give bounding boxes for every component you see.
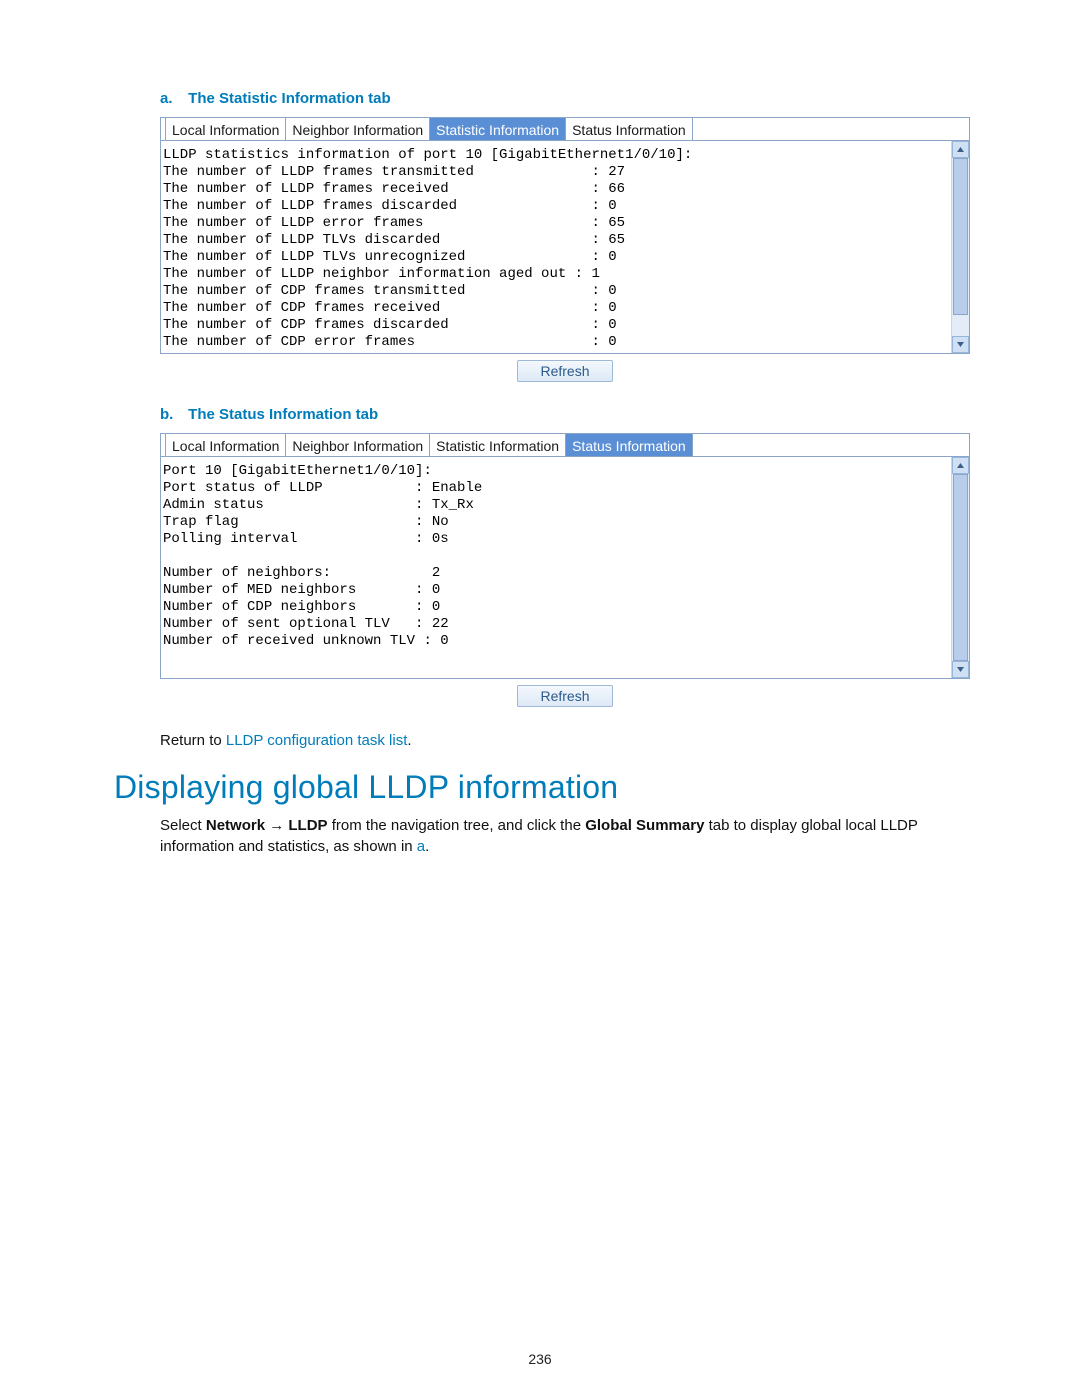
panel-status-info: Local Information Neighbor Information S…: [160, 433, 970, 679]
body-bold-network: Network: [206, 817, 265, 834]
body-paragraph: Select Network → LLDP from the navigatio…: [160, 816, 970, 857]
section-heading: Displaying global LLDP information: [114, 769, 970, 806]
body-text: →: [265, 817, 288, 834]
body-bold-global-summary: Global Summary: [585, 817, 704, 834]
status-content: Port 10 [GigabitEthernet1/0/10]: Port st…: [161, 457, 951, 678]
tab-row-b: Local Information Neighbor Information S…: [161, 434, 969, 457]
scroll-thumb[interactable]: [953, 474, 968, 661]
tab-neighbor-information[interactable]: Neighbor Information: [286, 118, 430, 140]
scroll-down-button[interactable]: [952, 336, 969, 353]
scroll-thumb[interactable]: [953, 158, 968, 315]
tab-status-information[interactable]: Status Information: [566, 118, 693, 140]
caption-a-letter: a.: [160, 90, 184, 107]
caption-b-text: The Status Information tab: [188, 406, 378, 423]
caption-b: b. The Status Information tab: [160, 406, 970, 423]
lldp-config-task-list-link[interactable]: LLDP configuration task list: [226, 732, 408, 749]
tab-local-information[interactable]: Local Information: [165, 118, 286, 140]
chevron-up-icon: [956, 461, 965, 470]
body-bold-lldp: LLDP: [288, 817, 327, 834]
refresh-button[interactable]: Refresh: [517, 685, 613, 707]
body-text: .: [425, 838, 429, 855]
return-prefix: Return to: [160, 732, 226, 749]
body-text: Select: [160, 817, 206, 834]
chevron-down-icon: [956, 665, 965, 674]
statistic-content: LLDP statistics information of port 10 […: [161, 141, 951, 353]
chevron-up-icon: [956, 145, 965, 154]
scroll-track[interactable]: [952, 158, 969, 336]
tab-local-information[interactable]: Local Information: [165, 434, 286, 456]
panel-statistic-info: Local Information Neighbor Information S…: [160, 117, 970, 354]
scroll-up-button[interactable]: [952, 141, 969, 158]
scrollbar-b[interactable]: [951, 457, 969, 678]
return-suffix: .: [407, 732, 411, 749]
caption-a: a. The Statistic Information tab: [160, 90, 970, 107]
return-paragraph: Return to LLDP configuration task list.: [160, 731, 970, 751]
page-number: 236: [0, 1351, 1080, 1367]
chevron-down-icon: [956, 340, 965, 349]
scrollbar-a[interactable]: [951, 141, 969, 353]
scroll-up-button[interactable]: [952, 457, 969, 474]
body-text: from the navigation tree, and click the: [328, 817, 586, 834]
tab-statistic-information[interactable]: Statistic Information: [430, 118, 566, 140]
scroll-track[interactable]: [952, 474, 969, 661]
tab-statistic-information[interactable]: Statistic Information: [430, 434, 566, 456]
scroll-down-button[interactable]: [952, 661, 969, 678]
tab-neighbor-information[interactable]: Neighbor Information: [286, 434, 430, 456]
tab-status-information[interactable]: Status Information: [566, 434, 693, 456]
tab-row-a: Local Information Neighbor Information S…: [161, 118, 969, 141]
refresh-button[interactable]: Refresh: [517, 360, 613, 382]
caption-a-text: The Statistic Information tab: [188, 90, 391, 107]
ref-a-link[interactable]: a: [417, 838, 425, 855]
caption-b-letter: b.: [160, 406, 184, 423]
